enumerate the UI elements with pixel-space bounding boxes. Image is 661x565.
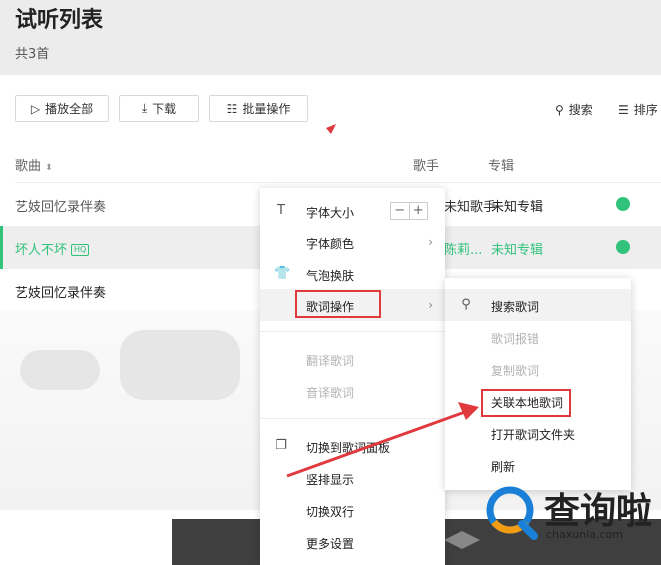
page-header: 试听列表 共3首	[0, 0, 661, 75]
menu-divider	[260, 418, 445, 419]
sort-icon: ☰	[618, 102, 629, 117]
column-artist: 歌手	[413, 159, 440, 174]
submenu-item-copy-lyrics[interactable]: 复制歌词	[445, 353, 631, 385]
menu-item-vertical-display[interactable]: 竖排显示	[260, 462, 445, 494]
menu-item-transliterate-lyrics[interactable]: 音译歌词	[260, 375, 445, 407]
magnifier-logo-icon	[486, 486, 538, 540]
download-button[interactable]: ⤓ 下载	[119, 95, 199, 122]
play-icon: ▷	[30, 101, 41, 116]
song-artist: 陈莉...	[444, 243, 483, 258]
play-all-button[interactable]: ▷ 播放全部	[15, 95, 109, 122]
watermark-brand: 查询啦	[544, 490, 653, 532]
search-button[interactable]: ⚲ 搜索	[555, 101, 593, 118]
panel-icon: ❐	[275, 438, 287, 453]
download-icon: ⤓	[141, 101, 148, 115]
sort-label: 排序	[633, 103, 658, 117]
shirt-icon: 👕	[274, 266, 291, 281]
menu-item-double-line[interactable]: 切换双行	[260, 494, 445, 526]
chevron-right-icon: ›	[428, 235, 433, 249]
playing-indicator	[0, 226, 3, 269]
batch-operation-button[interactable]: ☷ 批量操作	[209, 95, 308, 122]
increase-button[interactable]: +	[408, 203, 428, 219]
font-size-stepper[interactable]: − +	[390, 202, 428, 220]
column-song-label: 歌曲	[15, 159, 42, 174]
search-icon: ⚲	[461, 297, 471, 312]
menu-divider	[260, 331, 445, 332]
song-count: 共3首	[15, 47, 50, 62]
song-name: 艺妓回忆录伴奏	[15, 200, 107, 215]
song-artist: 未知歌手	[444, 200, 497, 215]
menu-item-bubble-skin[interactable]: 👕 气泡换肤	[260, 258, 445, 290]
column-album: 专辑	[488, 159, 515, 174]
menu-item-font-size[interactable]: T 字体大小 − +	[260, 195, 445, 227]
song-name-text: 坏人不坏	[15, 243, 68, 258]
column-song[interactable]: 歌曲 ⬍	[15, 155, 53, 174]
sort-arrows-icon: ⬍	[45, 163, 53, 173]
blurred-shape	[20, 350, 100, 390]
blurred-shape	[120, 330, 240, 400]
search-label: 搜索	[568, 103, 593, 117]
chevron-right-icon: ›	[428, 298, 433, 312]
hq-badge: HQ	[71, 244, 90, 256]
batch-icon: ☷	[226, 101, 238, 116]
sort-button[interactable]: ☰ 排序	[618, 101, 658, 118]
song-album: 未知专辑	[491, 243, 544, 258]
highlight-box-lyrics-operation	[295, 290, 381, 318]
song-name: 艺妓回忆录伴奏	[15, 286, 107, 301]
watermark: 查询啦 chaxunla.com	[482, 480, 658, 544]
song-name: 坏人不坏 HQ	[15, 239, 90, 258]
submenu-item-open-lyrics-folder[interactable]: 打开歌词文件夹	[445, 417, 631, 449]
downloaded-check-icon	[616, 197, 630, 211]
menu-item-more-settings[interactable]: 更多设置	[260, 526, 445, 558]
menu-item-switch-panel[interactable]: ❐ 切换到歌词面板	[260, 430, 445, 462]
song-album: 未知专辑	[491, 200, 544, 215]
text-size-icon: T	[277, 203, 285, 218]
download-label: 下载	[152, 102, 177, 116]
batch-label: 批量操作	[242, 102, 291, 116]
menu-item-font-color[interactable]: 字体颜色 ›	[260, 226, 445, 258]
context-menu: T 字体大小 − + 字体颜色 › 👕 气泡换肤 歌词操作 › 翻译歌词 音译歌…	[260, 188, 445, 565]
highlight-box-link-local-lyrics	[481, 389, 571, 417]
menu-item-translate-lyrics[interactable]: 翻译歌词	[260, 343, 445, 375]
submenu-item-report-lyrics[interactable]: 歌词报错	[445, 321, 631, 353]
decrease-button[interactable]: −	[391, 203, 409, 219]
next-icon[interactable]	[462, 531, 480, 549]
lyrics-submenu: ⚲ 搜索歌词 歌词报错 复制歌词 关联本地歌词 打开歌词文件夹 刷新	[445, 278, 631, 490]
page-title: 试听列表	[15, 8, 104, 33]
watermark-url: chaxunla.com	[546, 528, 623, 541]
play-all-label: 播放全部	[45, 102, 94, 116]
downloaded-check-icon	[616, 240, 630, 254]
submenu-item-refresh[interactable]: 刷新	[445, 449, 631, 481]
search-icon: ⚲	[555, 102, 564, 117]
prev-icon[interactable]	[444, 531, 462, 549]
submenu-item-search-lyrics[interactable]: ⚲ 搜索歌词	[445, 289, 631, 321]
